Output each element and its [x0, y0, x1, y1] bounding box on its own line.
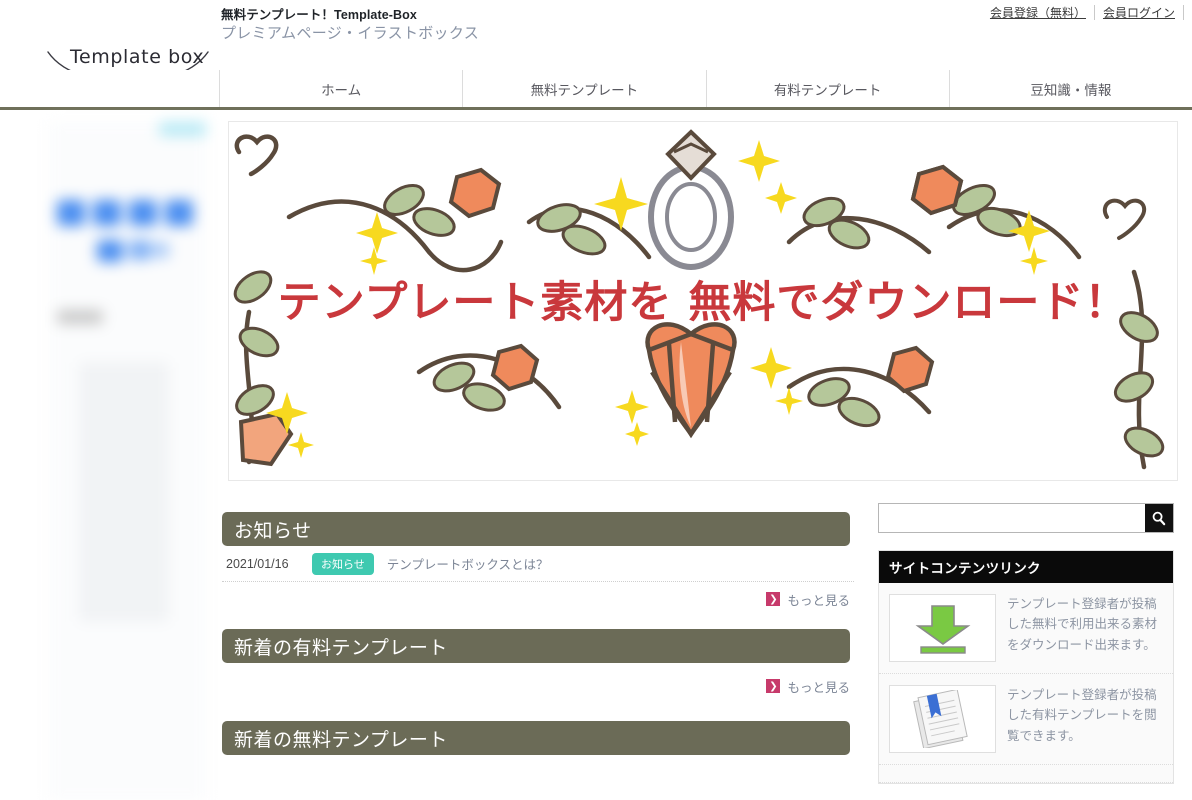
logo-text: Template box: [70, 46, 205, 68]
paid-more-label[interactable]: もっと見る: [787, 677, 850, 696]
site-content-links-panel: サイトコンテンツリンク テンプレート登録者が投稿した無料で利用出来る素材をダウン…: [878, 550, 1174, 784]
link-divider-2: [1183, 5, 1184, 20]
paid-more-row[interactable]: ❯ もっと見る: [222, 663, 854, 709]
search-input[interactable]: [879, 504, 1145, 532]
list-item[interactable]: テンプレート登録者が投稿した無料で利用出来る素材をダウンロード出来ます。: [879, 583, 1173, 674]
page-body: テンプレート素材を 無料でダウンロード！ お知らせ 2021/01/16 お知ら…: [0, 113, 1192, 800]
news-more-label[interactable]: もっと見る: [787, 590, 850, 609]
panel-heading: サイトコンテンツリンク: [879, 551, 1173, 583]
download-arrow-icon: [915, 605, 970, 654]
news-date: 2021/01/16: [226, 556, 289, 571]
list-item-partial[interactable]: [879, 765, 1173, 783]
chevron-right-icon: ❯: [766, 679, 781, 693]
main-navigation: ホーム 無料テンプレート 有料テンプレート 豆知識・情報: [0, 70, 1192, 110]
paid-templates-section: 新着の有料テンプレート ❯ もっと見る: [222, 629, 854, 709]
list-item-label: テンプレート登録者が投稿した無料で利用出来る素材をダウンロード出来ます。: [1007, 597, 1158, 652]
chevron-right-icon: ❯: [766, 592, 781, 606]
free-section-heading: 新着の無料テンプレート: [222, 721, 850, 755]
nav-item-tips-info[interactable]: 豆知識・情報: [950, 70, 1192, 107]
main-content: テンプレート素材を 無料でダウンロード！ お知らせ 2021/01/16 お知ら…: [222, 113, 1178, 755]
left-ad-panel[interactable]: [49, 122, 206, 800]
member-login-link[interactable]: 会員ログイン: [1095, 4, 1183, 21]
right-sidebar: サイトコンテンツリンク テンプレート登録者が投稿した無料で利用出来る素材をダウン…: [878, 113, 1178, 784]
free-templates-section: 新着の無料テンプレート: [222, 721, 854, 755]
news-section-heading: お知らせ: [222, 512, 850, 546]
news-title-link[interactable]: テンプレートボックスとは？: [387, 554, 549, 573]
search-button[interactable]: [1145, 504, 1173, 532]
search-icon: [1152, 511, 1166, 525]
list-item-label: テンプレート登録者が投稿した有料テンプレートを閲覧できます。: [1007, 688, 1157, 743]
list-item[interactable]: テンプレート登録者が投稿した有料テンプレートを閲覧できます。: [879, 674, 1173, 765]
page-root: 無料テンプレート！Template-Box プレミアムページ・イラストボックス …: [0, 0, 1192, 800]
table-row[interactable]: 2021/01/16 お知らせ テンプレートボックスとは？: [222, 546, 854, 582]
thumbnail: [889, 685, 996, 753]
nav-logo-spacer: [0, 70, 220, 107]
member-register-link[interactable]: 会員登録（無料）: [982, 4, 1094, 21]
site-subtitle: プレミアムページ・イラストボックス: [221, 25, 480, 42]
thumbnail: [889, 594, 996, 662]
member-links: 会員登録（無料） 会員ログイン: [982, 4, 1184, 21]
documents-icon: [912, 690, 968, 748]
status-badge: お知らせ: [312, 552, 374, 575]
top-header: 無料テンプレート！Template-Box プレミアムページ・イラストボックス …: [0, 0, 1192, 98]
nav-item-paid-templates[interactable]: 有料テンプレート: [707, 70, 950, 107]
search-box[interactable]: [878, 503, 1174, 533]
nav-item-home[interactable]: ホーム: [220, 70, 464, 107]
paid-section-heading: 新着の有料テンプレート: [222, 629, 850, 663]
nav-item-free-templates[interactable]: 無料テンプレート: [463, 70, 707, 107]
site-title: 無料テンプレート！Template-Box: [221, 8, 417, 22]
news-more-row[interactable]: ❯ もっと見る: [222, 582, 854, 616]
news-section: お知らせ 2021/01/16 お知らせ テンプレートボックスとは？ ❯ もっと…: [222, 512, 854, 616]
